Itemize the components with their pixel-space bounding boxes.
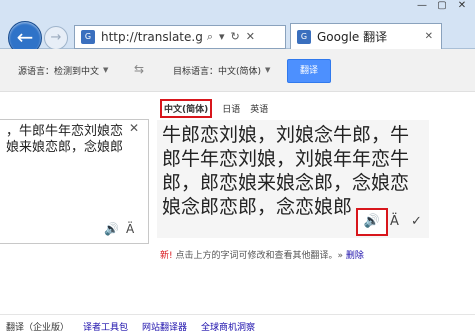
chevron-down-icon: ▼ [265,66,271,74]
browser-tab[interactable]: G Google 翻译 ✕ [290,23,442,49]
tab-japanese[interactable]: 日语 [222,102,240,115]
tip-text: 点击上方的字词可修改和查看其他翻译。» [172,251,343,261]
footer-enterprise-link[interactable]: 翻译（企业版） [6,320,69,333]
clear-source-icon[interactable]: ✕ [129,121,139,135]
refresh-icon[interactable]: ↻ [231,30,240,44]
source-language-select[interactable]: 源语言：检测到中文 ▼ [18,60,108,80]
back-arrow-icon: ← [16,25,34,49]
search-icon[interactable]: ⌕ [207,30,213,44]
target-language-select[interactable]: 目标语言：中文(简体) ▼ [173,60,270,80]
tab-english[interactable]: 英语 [250,102,268,115]
edit-tip: 新! 点击上方的字词可修改和查看其他翻译。» 删除 [160,248,364,261]
source-language-label: 源语言：检测到中文 [18,66,100,77]
chevron-down-icon: ▼ [103,66,109,74]
address-text[interactable]: http://translate.g [101,30,203,44]
new-badge: 新! [160,251,173,261]
swap-languages-icon[interactable]: ⇆ [134,62,144,76]
source-text[interactable]: ，牛郎牛年恋刘娘恋娘来娘恋郎，念娘郎 [6,124,131,156]
maximize-button[interactable]: ▢ [433,0,451,14]
footer-global-market-finder-link[interactable]: 全球商机洞察 [201,320,255,333]
footer-links: 翻译（企业版） 译者工具包 网站翻译器 全球商机洞察 [0,320,475,333]
footer-translator-toolkit-link[interactable]: 译者工具包 [83,320,128,333]
result-speaker-icon[interactable]: 🔊 [356,208,388,236]
stop-icon[interactable]: ✕ [246,30,255,44]
minimize-button[interactable]: — [413,0,431,14]
target-language-label: 目标语言：中文(简体) [173,66,262,77]
result-transliterate-icon[interactable]: Ä [390,214,399,229]
translation-result-text[interactable]: 牛郎恋刘娘，刘娘念牛郎，牛郎牛年恋刘娘，刘娘年年恋牛郎，郎恋娘来娘念郎，念娘恋娘… [162,123,424,219]
translate-button[interactable]: 翻译 [287,59,331,83]
tab-close-icon[interactable]: ✕ [425,31,433,42]
result-language-tabs: 中文(简体) 日语 英语 [160,99,268,118]
tab-favicon-icon: G [297,29,311,44]
source-speaker-icon[interactable]: 🔊 [104,222,119,236]
tab-title: Google 翻译 [317,30,388,44]
forward-button[interactable]: → [44,26,68,50]
address-bar-icons: ⌕ ▾ ↻ ✕ [207,30,255,44]
source-transliterate-icon[interactable]: Ä [126,222,134,236]
site-favicon-icon: G [81,30,95,44]
delete-link[interactable]: 删除 [343,251,364,261]
check-icon[interactable]: ✓ [411,214,422,229]
footer-website-translator-link[interactable]: 网站翻译器 [142,320,187,333]
forward-arrow-icon: → [50,30,62,45]
dropdown-icon[interactable]: ▾ [219,30,225,44]
close-window-button[interactable]: ✕ [453,0,471,14]
footer-divider [0,314,475,315]
window-controls: — ▢ ✕ [413,0,471,14]
tab-chinese-simplified[interactable]: 中文(简体) [160,99,213,118]
address-bar[interactable]: G http://translate.g ⌕ ▾ ↻ ✕ [74,25,286,49]
